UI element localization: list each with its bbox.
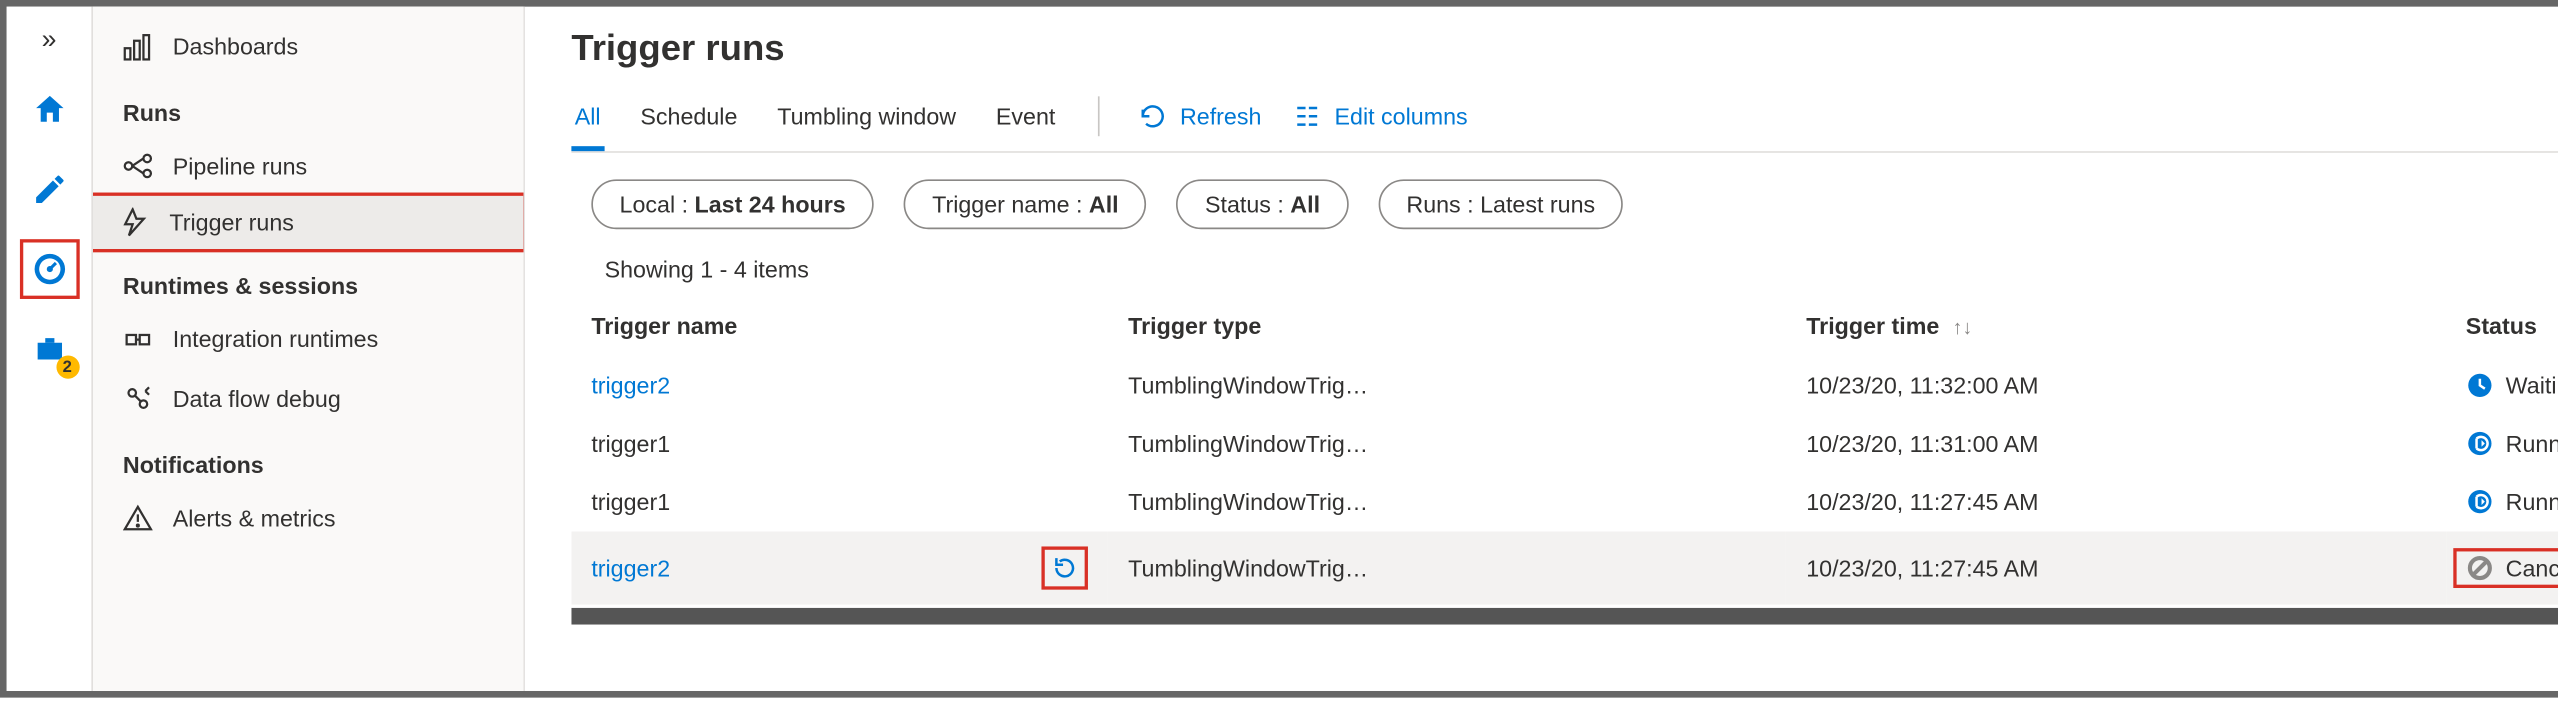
col-trigger-name[interactable]: Trigger name (571, 296, 1021, 357)
icon-rail: » 2 (7, 7, 93, 691)
sidebar-item-integration-runtimes[interactable]: Integration runtimes (93, 309, 523, 369)
sidebar-label: Data flow debug (173, 385, 341, 412)
sidebar-item-dashboards[interactable]: Dashboards (93, 17, 523, 77)
results-table-container: Trigger name Trigger type Trigger time ↑… (571, 296, 2558, 691)
dashboard-icon (123, 32, 153, 62)
trigger-time-cell: 10/23/20, 11:31:00 AM (1786, 414, 2446, 472)
status-cell: Running (2466, 488, 2558, 515)
table-row[interactable]: trigger2 TumblingWindowTrig…10/23/20, 11:… (571, 531, 2558, 605)
sidebar: Dashboards Runs Pipeline runs Trigger ru… (93, 7, 525, 691)
filters: Local : Last 24 hours Trigger name : All… (591, 179, 2558, 229)
col-trigger-time[interactable]: Trigger time ↑↓ (1786, 296, 2446, 357)
refresh-label: Refresh (1180, 102, 1261, 129)
tab-all[interactable]: All (571, 93, 603, 151)
results-table: Trigger name Trigger type Trigger time ↑… (571, 296, 2558, 605)
sidebar-item-data-flow-debug[interactable]: Data flow debug (93, 369, 523, 429)
pipeline-icon (123, 151, 153, 181)
running-icon (2466, 488, 2493, 515)
toolbar: All Schedule Tumbling window Event Refre… (571, 93, 2558, 153)
refresh-icon (1140, 102, 1167, 129)
trigger-type-cell: TumblingWindowTrig… (1108, 414, 1786, 472)
tabs: All Schedule Tumbling window Event (571, 93, 1058, 151)
trigger-time-cell: 10/23/20, 11:32:00 AM (1786, 356, 2446, 414)
trigger-name-cell[interactable]: trigger2 (591, 555, 670, 582)
integration-icon (123, 324, 153, 354)
gauge-icon (31, 251, 68, 288)
trigger-name-cell: trigger1 (591, 488, 670, 515)
sidebar-item-pipeline-runs[interactable]: Pipeline runs (93, 136, 523, 196)
status-cell: Waiting on dependency (2466, 372, 2558, 399)
sort-icon: ↑↓ (1952, 316, 1972, 339)
edit-columns-button[interactable]: Edit columns (1295, 102, 1468, 142)
rerun-icon (1052, 555, 1079, 582)
alert-icon (123, 503, 153, 533)
col-trigger-type[interactable]: Trigger type (1108, 296, 1786, 357)
filter-status[interactable]: Status : All (1177, 179, 1348, 229)
sidebar-label: Trigger runs (169, 209, 293, 236)
sidebar-section-runs: Runs (93, 76, 523, 136)
horizontal-scrollbar[interactable] (571, 608, 2558, 625)
trigger-time-cell: 10/23/20, 11:27:45 AM (1786, 473, 2446, 531)
trigger-name-cell[interactable]: trigger2 (591, 372, 670, 399)
rail-monitor[interactable] (19, 239, 79, 299)
columns-icon (1295, 102, 1322, 129)
status-cell: Cancelled (2453, 548, 2558, 588)
filter-local[interactable]: Local : Last 24 hours (591, 179, 874, 229)
trigger-time-cell: 10/23/20, 11:27:45 AM (1786, 531, 2446, 605)
refresh-button[interactable]: Refresh (1140, 102, 1261, 142)
collapse-toggle[interactable]: » (28, 13, 69, 69)
edit-columns-label: Edit columns (1335, 102, 1468, 129)
running-icon (2466, 430, 2493, 457)
debug-icon (123, 384, 153, 414)
separator (1099, 96, 1101, 136)
tab-event[interactable]: Event (993, 93, 1059, 151)
results-count: Showing 1 - 4 items (605, 256, 2558, 283)
clock-icon (2466, 372, 2493, 399)
trigger-type-cell: TumblingWindowTrig… (1108, 531, 1786, 605)
badge-count: 2 (56, 355, 79, 378)
rerun-button[interactable] (1042, 546, 1089, 589)
table-row[interactable]: trigger1 TumblingWindowTrig…10/23/20, 11:… (571, 414, 2558, 472)
sidebar-label: Integration runtimes (173, 326, 379, 353)
table-row[interactable]: trigger1 TumblingWindowTrig…10/23/20, 11:… (571, 473, 2558, 531)
rail-home[interactable] (19, 80, 79, 140)
sidebar-item-trigger-runs[interactable]: Trigger runs (93, 193, 525, 253)
main-content: Trigger runs All Schedule Tumbling windo… (525, 7, 2558, 691)
rail-manage[interactable]: 2 (19, 319, 79, 379)
tab-tumbling[interactable]: Tumbling window (774, 93, 959, 151)
tab-schedule[interactable]: Schedule (637, 93, 741, 151)
col-status[interactable]: Status (2446, 296, 2558, 357)
sidebar-section-notifications: Notifications (93, 429, 523, 489)
sidebar-item-alerts[interactable]: Alerts & metrics (93, 488, 523, 548)
trigger-type-cell: TumblingWindowTrig… (1108, 356, 1786, 414)
trigger-icon (120, 208, 150, 238)
page-title: Trigger runs (571, 27, 2558, 70)
rail-author[interactable] (19, 159, 79, 219)
cancelled-icon (2466, 555, 2493, 582)
table-row[interactable]: trigger2 TumblingWindowTrig…10/23/20, 11:… (571, 356, 2558, 414)
filter-trigger-name[interactable]: Trigger name : All (904, 179, 1147, 229)
home-icon (31, 91, 68, 128)
filter-runs[interactable]: Runs : Latest runs (1378, 179, 1623, 229)
trigger-name-cell: trigger1 (591, 430, 670, 457)
sidebar-section-runtimes: Runtimes & sessions (93, 249, 523, 309)
sidebar-label: Alerts & metrics (173, 505, 336, 532)
sidebar-label: Pipeline runs (173, 153, 307, 180)
trigger-type-cell: TumblingWindowTrig… (1108, 473, 1786, 531)
status-cell: Running (2466, 430, 2558, 457)
pencil-icon (31, 171, 68, 208)
sidebar-label: Dashboards (173, 33, 298, 60)
